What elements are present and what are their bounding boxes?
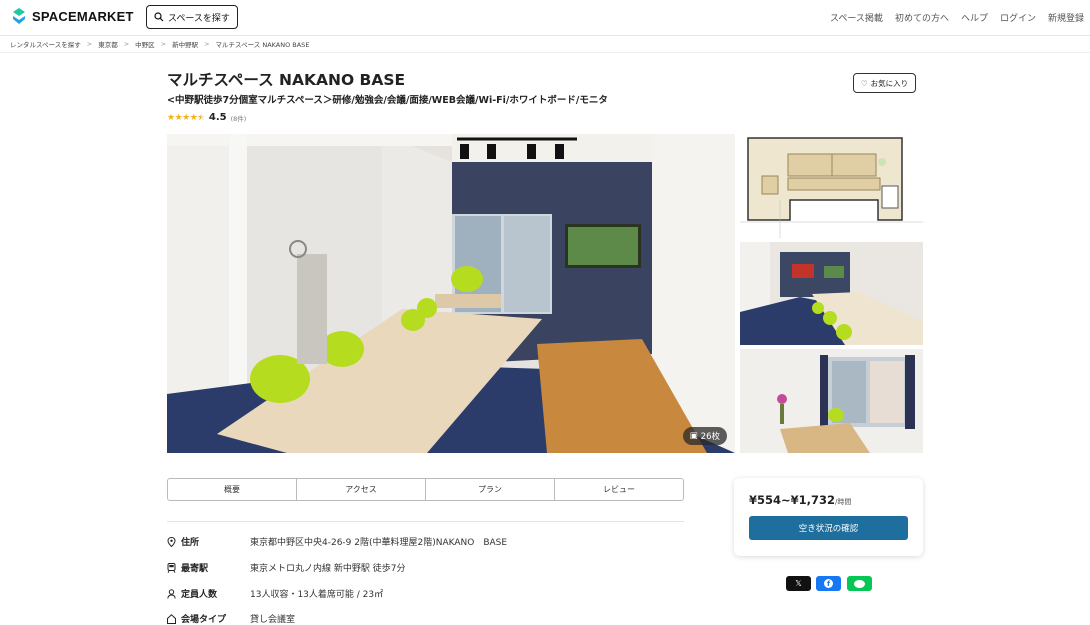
header-nav: スペース掲載 初めての方へ ヘルプ ログイン 新規登録 xyxy=(830,11,1084,24)
share-line-button[interactable] xyxy=(847,576,872,591)
breadcrumb-separator: > xyxy=(86,40,93,48)
breadcrumb-item[interactable]: 東京都 xyxy=(98,39,118,49)
breadcrumb-item[interactable]: レンタルスペースを探す xyxy=(10,39,81,49)
spacemarket-logo[interactable]: SPACEMARKET xyxy=(10,7,134,25)
info-row-capacity: 定員人数 13人収容・13人着席可能 / 23㎡ xyxy=(167,587,383,600)
info-label-group: 定員人数 xyxy=(167,587,250,600)
building-icon xyxy=(167,613,176,624)
divider xyxy=(0,52,1090,53)
nav-signup[interactable]: 新規登録 xyxy=(1048,11,1084,24)
floor-plan-illustration xyxy=(740,134,923,238)
info-row-venue-type: 会場タイプ 貸し会議室 xyxy=(167,612,295,625)
room-thumbnail-illustration xyxy=(740,349,923,453)
info-label: 最寄駅 xyxy=(181,564,209,574)
info-label-group: 会場タイプ xyxy=(167,612,250,625)
line-logo-icon xyxy=(854,579,865,588)
nav-list-space[interactable]: スペース掲載 xyxy=(830,11,883,24)
floor-plan-thumbnail[interactable] xyxy=(740,134,923,238)
page-title: マルチスペース NAKANO BASE xyxy=(167,71,406,89)
page-subtitle: <中野駅徒歩7分個室マルチスペース＞研修/勉強会/会議/面接/WEB会議/Wi-… xyxy=(167,95,608,106)
booking-card: ¥554~¥1,732/時間 空き状況の確認 xyxy=(734,478,923,556)
photo-count-label: 26枚 xyxy=(700,432,720,442)
facebook-logo-icon: f xyxy=(824,579,833,588)
review-count[interactable]: (8件) xyxy=(231,113,247,123)
tab-plans[interactable]: プラン xyxy=(426,479,555,500)
tab-reviews[interactable]: レビュー xyxy=(555,479,683,500)
info-label: 住所 xyxy=(181,538,200,548)
top-header: SPACEMARKET スペースを探す スペース掲載 初めての方へ ヘルプ ログ… xyxy=(0,0,1090,36)
breadcrumb-item[interactable]: 中野区 xyxy=(135,39,155,49)
logo-mark-icon xyxy=(13,8,25,24)
tab-access[interactable]: アクセス xyxy=(297,479,426,500)
photo-count-badge[interactable]: ▣ 26枚 xyxy=(682,427,727,445)
logo-text: SPACEMARKET xyxy=(32,8,134,24)
favorite-label: お気に入り xyxy=(870,78,909,88)
train-icon xyxy=(167,562,176,573)
pin-icon xyxy=(167,536,176,547)
search-spaces-button[interactable]: スペースを探す xyxy=(146,5,238,29)
room-thumbnail[interactable] xyxy=(740,349,923,453)
breadcrumb-item[interactable]: 新中野駅 xyxy=(172,39,198,49)
breadcrumb-current: マルチスペース NAKANO BASE xyxy=(215,41,310,49)
price-range: ¥554~¥1,732/時間 xyxy=(749,493,851,507)
main-photo[interactable]: ▣ 26枚 xyxy=(167,134,735,453)
rating-value: 4.5 xyxy=(208,112,227,123)
breadcrumb: レンタルスペースを探す > 東京都 > 中野区 > 新中野駅 > マルチスペース NAK… xyxy=(10,39,309,49)
info-row-address: 住所 東京都中野区中央4-26-9 2階(中華料理屋2階)NAKANO BASE xyxy=(167,535,507,548)
person-icon xyxy=(167,588,176,599)
info-label: 会場タイプ xyxy=(181,615,227,625)
divider xyxy=(167,521,684,522)
station-value: 東京メトロ丸ノ内線 新中野駅 徒歩7分 xyxy=(250,564,406,574)
breadcrumb-separator: > xyxy=(160,40,167,48)
room-thumbnail[interactable] xyxy=(740,242,923,345)
info-label-group: 住所 xyxy=(167,535,250,548)
gallery-icon: ▣ xyxy=(689,431,698,441)
room-photo-illustration xyxy=(167,134,735,453)
capacity-value: 13人収容・13人着席可能 / 23㎡ xyxy=(250,590,384,600)
share-x-button[interactable]: 𝕏 xyxy=(786,576,811,591)
heart-icon: ♡ xyxy=(860,78,868,88)
favorite-button[interactable]: ♡ お気に入り xyxy=(853,73,916,93)
tab-overview[interactable]: 概要 xyxy=(168,479,297,500)
search-icon xyxy=(154,12,164,22)
info-label-group: 最寄駅 xyxy=(167,561,250,574)
nav-help[interactable]: ヘルプ xyxy=(961,11,988,24)
venue-type-value: 貸し会議室 xyxy=(250,615,296,625)
info-row-station: 最寄駅 東京メトロ丸ノ内線 新中野駅 徒歩7分 xyxy=(167,561,405,574)
share-facebook-button[interactable]: f xyxy=(816,576,841,591)
breadcrumb-separator: > xyxy=(123,40,130,48)
price-unit: /時間 xyxy=(835,498,852,506)
address-value: 東京都中野区中央4-26-9 2階(中華料理屋2階)NAKANO BASE xyxy=(250,538,508,548)
info-label: 定員人数 xyxy=(181,590,218,600)
x-logo-icon: 𝕏 xyxy=(795,579,802,588)
nav-first-time[interactable]: 初めての方へ xyxy=(895,11,949,24)
section-tabs: 概要 アクセス プラン レビュー xyxy=(167,478,684,501)
price-value: ¥554~¥1,732 xyxy=(749,493,836,507)
rating-summary[interactable]: ★★★★★★ 4.5 (8件) xyxy=(167,112,246,123)
star-rating-icon: ★★★★★★ xyxy=(167,112,205,123)
room-thumbnail-illustration xyxy=(740,242,923,345)
check-availability-button[interactable]: 空き状況の確認 xyxy=(749,516,908,540)
breadcrumb-separator: > xyxy=(204,40,210,48)
search-button-label: スペースを探す xyxy=(168,13,230,24)
nav-login[interactable]: ログイン xyxy=(1000,11,1036,24)
